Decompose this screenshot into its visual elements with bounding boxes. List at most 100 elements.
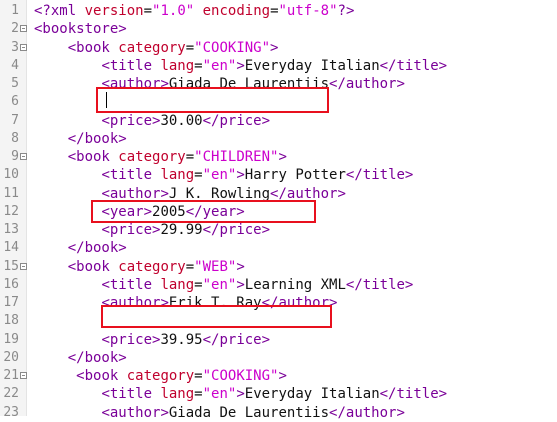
line-number: 12 bbox=[3, 203, 19, 219]
line-number: 4 bbox=[11, 57, 19, 73]
code-line[interactable]: 21 <book category="COOKING"> bbox=[0, 367, 557, 385]
line-code: </book> bbox=[34, 130, 127, 148]
code-token: </price> bbox=[202, 222, 271, 238]
line-number: 7 bbox=[11, 112, 19, 128]
code-line[interactable]: 9 <book category="CHILDREN"> bbox=[0, 148, 557, 166]
xml-editor[interactable]: 1 <?xml version="1.0" encoding="utf-8"?> 2… bbox=[0, 0, 557, 421]
highlight-box-line-18 bbox=[101, 305, 332, 328]
code-token: Harry Potter bbox=[244, 167, 346, 184]
code-token: </author> bbox=[329, 404, 405, 421]
code-token: </title> bbox=[379, 57, 448, 74]
code-token: lang bbox=[160, 386, 195, 403]
code-line[interactable]: 10 <title lang="en">Harry Potter</title> bbox=[0, 166, 557, 184]
code-token: </title> bbox=[345, 276, 414, 293]
code-token: "COOKING" bbox=[194, 39, 271, 56]
line-code: <author>Giada De Laurentiis</author> bbox=[34, 404, 405, 422]
code-token: Giada De Laurentiis bbox=[168, 404, 330, 421]
code-line[interactable]: 8 </book> bbox=[0, 130, 557, 148]
code-token: </book> bbox=[67, 349, 127, 366]
code-token: > bbox=[236, 276, 245, 293]
line-code: <book category="COOKING"> bbox=[34, 367, 287, 385]
fold-toggle-icon[interactable] bbox=[20, 372, 27, 379]
code-token: <book bbox=[67, 258, 119, 275]
code-line[interactable]: 4 <title lang="en">Everyday Italian</tit… bbox=[0, 57, 557, 75]
line-number: 8 bbox=[11, 130, 19, 146]
line-number: 13 bbox=[3, 222, 19, 237]
line-number: 14 bbox=[3, 240, 19, 256]
line-code: <title lang="en">Everyday Italian</title… bbox=[34, 385, 447, 403]
code-token: <bookstore> bbox=[34, 21, 127, 38]
code-line[interactable]: 1 <?xml version="1.0" encoding="utf-8"?> bbox=[0, 2, 557, 20]
line-code: <price>29.99</price> bbox=[34, 221, 270, 239]
code-token: > bbox=[236, 57, 245, 74]
code-token: <title bbox=[101, 276, 161, 293]
code-token: encoding bbox=[202, 3, 271, 19]
code-token: </title> bbox=[379, 386, 448, 403]
code-line[interactable]: 23 <author>Giada De Laurentiis</author> bbox=[0, 404, 557, 422]
fold-toggle-icon[interactable] bbox=[20, 153, 27, 160]
code-line[interactable]: 15 <book category="WEB"> bbox=[0, 258, 557, 276]
line-number: 2 bbox=[11, 21, 19, 37]
code-line[interactable]: 7 <price>30.00</price> bbox=[0, 112, 557, 130]
line-number: 10 bbox=[3, 167, 19, 183]
code-line[interactable]: 19 <price>39.95</price> bbox=[0, 331, 557, 349]
code-token: "COOKING" bbox=[202, 368, 279, 384]
code-line[interactable]: 13 <price>29.99</price> bbox=[0, 221, 557, 239]
code-token: Everyday Italian bbox=[244, 386, 380, 403]
code-token: "en" bbox=[202, 57, 237, 74]
code-token: = bbox=[194, 167, 203, 184]
fold-toggle-icon[interactable] bbox=[20, 43, 27, 51]
code-line[interactable]: 2 <bookstore> bbox=[0, 20, 557, 38]
code-token: > bbox=[236, 386, 245, 403]
code-token: version bbox=[84, 3, 144, 19]
code-token: <book bbox=[76, 368, 127, 384]
line-number: 20 bbox=[3, 349, 19, 365]
line-number: 23 bbox=[3, 404, 19, 420]
line-code: <book category="WEB"> bbox=[34, 258, 245, 276]
code-token: <title bbox=[101, 386, 161, 403]
code-token: </author> bbox=[329, 76, 405, 92]
line-code: <price>39.95</price> bbox=[34, 331, 270, 349]
line-number: 11 bbox=[3, 185, 19, 201]
line-code: </book> bbox=[34, 239, 127, 257]
code-token: </price> bbox=[202, 112, 271, 129]
code-token: <title bbox=[101, 167, 161, 184]
code-token: = bbox=[143, 3, 153, 19]
line-code: <title lang="en">Learning XML</title> bbox=[34, 276, 413, 294]
line-code: <title lang="en">Harry Potter</title> bbox=[34, 166, 413, 184]
code-token: 39.95 bbox=[160, 331, 203, 348]
code-token: 29.99 bbox=[160, 222, 203, 238]
code-token: category bbox=[126, 368, 195, 384]
code-token: <price> bbox=[101, 331, 161, 348]
line-number: 6 bbox=[11, 94, 19, 110]
line-number: 18 bbox=[3, 313, 19, 329]
code-line[interactable]: 20 </book> bbox=[0, 349, 557, 367]
line-number: 9 bbox=[11, 149, 19, 164]
code-line[interactable]: 16 <title lang="en">Learning XML</title> bbox=[0, 276, 557, 294]
line-number: 22 bbox=[3, 386, 19, 402]
code-line[interactable]: 22 <title lang="en">Everyday Italian</ti… bbox=[0, 385, 557, 403]
code-token: = bbox=[185, 39, 195, 56]
fold-toggle-icon[interactable] bbox=[20, 25, 27, 33]
highlight-box-line-12 bbox=[91, 200, 316, 223]
code-line[interactable]: 14 </book> bbox=[0, 239, 557, 257]
fold-toggle-icon[interactable] bbox=[20, 262, 27, 270]
code-line[interactable]: 3 <book category="COOKING"> bbox=[0, 39, 557, 57]
code-token: category bbox=[118, 149, 186, 165]
code-token: lang bbox=[160, 57, 195, 74]
code-token: "CHILDREN" bbox=[194, 149, 279, 165]
line-code: <title lang="en">Everyday Italian</title… bbox=[34, 57, 447, 75]
